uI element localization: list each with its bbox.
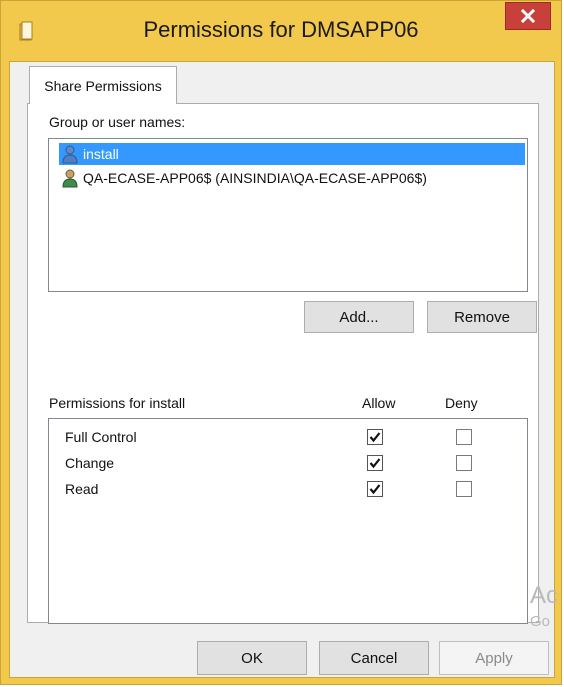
permission-name: Full Control bbox=[65, 429, 137, 445]
title-bar[interactable]: Permissions for DMSAPP06 bbox=[1, 1, 561, 61]
list-item-install[interactable]: install bbox=[59, 143, 525, 165]
change-deny-checkbox[interactable] bbox=[456, 455, 472, 471]
cancel-button[interactable]: Cancel bbox=[319, 641, 429, 675]
permission-name: Read bbox=[65, 481, 99, 497]
add-button[interactable]: Add... bbox=[304, 301, 414, 333]
user-name: install bbox=[83, 146, 119, 162]
watermark-line-2: Go bbox=[530, 613, 551, 630]
tab-share-permissions[interactable]: Share Permissions bbox=[29, 66, 177, 104]
dialog-body: Share Permissions Group or user names: i… bbox=[9, 61, 555, 678]
close-icon bbox=[521, 9, 535, 23]
permission-name: Change bbox=[65, 455, 115, 471]
watermark-line-1: Ac bbox=[530, 582, 559, 609]
apply-button[interactable]: Apply bbox=[439, 641, 549, 675]
tab-label: Share Permissions bbox=[44, 77, 162, 94]
deny-column-header: Deny bbox=[445, 395, 478, 411]
read-allow-checkbox[interactable] bbox=[367, 481, 383, 497]
allow-column-header: Allow bbox=[362, 395, 396, 411]
user-icon bbox=[62, 145, 78, 164]
close-button[interactable] bbox=[505, 2, 551, 30]
checkmark-icon bbox=[369, 484, 381, 495]
change-allow-checkbox[interactable] bbox=[367, 455, 383, 471]
permissions-label: Permissions for install bbox=[49, 395, 186, 411]
window-title: Permissions for DMSAPP06 bbox=[143, 17, 419, 42]
read-deny-checkbox[interactable] bbox=[456, 481, 472, 497]
checkmark-icon bbox=[369, 458, 381, 469]
permission-row-read: Read bbox=[49, 477, 527, 503]
computer-user-icon bbox=[62, 169, 78, 188]
user-list[interactable]: install QA-ECASE-APP06$ (AINSINDIA\QA-EC… bbox=[48, 138, 528, 292]
permission-row-change: Change bbox=[49, 451, 527, 477]
group-list-label: Group or user names: bbox=[49, 114, 186, 130]
remove-button[interactable]: Remove bbox=[427, 301, 537, 333]
share-permissions-panel: Group or user names: install QA-ECASE-AP… bbox=[27, 103, 539, 624]
activation-watermark: Ac Go bbox=[530, 582, 559, 630]
ok-button[interactable]: OK bbox=[197, 641, 307, 675]
permission-row-full-control: Full Control bbox=[49, 425, 527, 451]
user-name: QA-ECASE-APP06$ (AINSINDIA\QA-ECASE-APP0… bbox=[83, 170, 427, 186]
permissions-dialog: Permissions for DMSAPP06 Share Permissio… bbox=[0, 0, 562, 685]
checkmark-icon bbox=[369, 432, 381, 443]
full-control-deny-checkbox[interactable] bbox=[456, 429, 472, 445]
list-item-qa-ecase-app06[interactable]: QA-ECASE-APP06$ (AINSINDIA\QA-ECASE-APP0… bbox=[59, 167, 427, 189]
permissions-list: Full Control Change Read bbox=[48, 418, 528, 624]
full-control-allow-checkbox[interactable] bbox=[367, 429, 383, 445]
